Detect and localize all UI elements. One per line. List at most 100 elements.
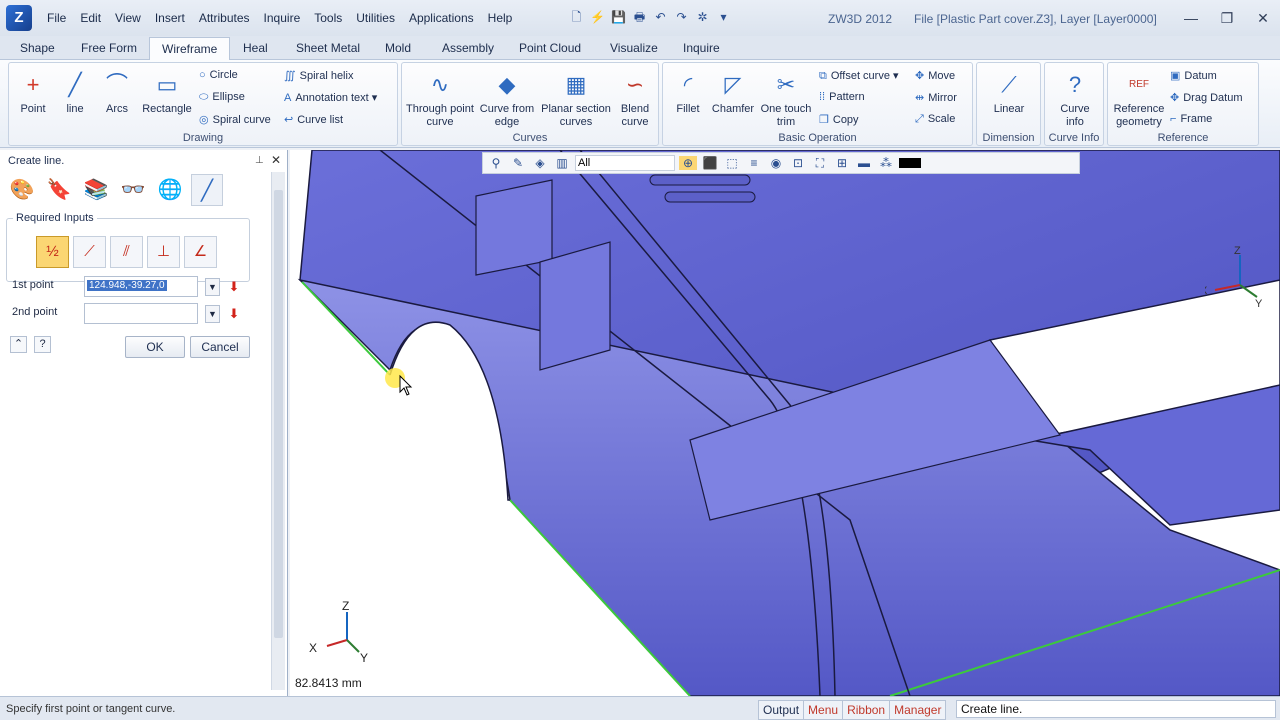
planar-section-button[interactable]: ▦ Planar section curves — [538, 71, 614, 129]
help-icon[interactable]: ? — [34, 336, 51, 353]
tab-visualize[interactable]: Visualize — [610, 41, 658, 55]
render-icon[interactable]: ◉ — [767, 156, 785, 170]
section-icon[interactable]: ⊞ — [833, 156, 851, 170]
perpendicular-mode-icon[interactable]: ⊥ — [147, 236, 180, 268]
fit-view-icon[interactable]: ⛶ — [811, 156, 829, 171]
selection-icon[interactable]: ⊕ — [679, 156, 697, 170]
menu-file[interactable]: File — [40, 10, 73, 26]
move-button[interactable]: ✥ Move — [915, 69, 955, 82]
tab-wireframe[interactable]: Wireframe — [149, 37, 231, 61]
through-point-curve-button[interactable]: ∿ Through point curve — [404, 71, 476, 129]
menu-attributes[interactable]: Attributes — [192, 10, 257, 26]
print-icon[interactable]: 🖶 — [631, 9, 648, 26]
pin-icon[interactable]: ⊥ — [255, 155, 264, 166]
cube-icon[interactable]: ◈ — [531, 156, 549, 170]
blend-curve-button[interactable]: ∽ Blend curve — [614, 71, 656, 129]
pattern-button[interactable]: ⁞⁞ Pattern — [819, 91, 865, 103]
open-file-icon[interactable]: ⚡ — [589, 9, 606, 26]
one-touch-trim-button[interactable]: ✂ One touch trim — [757, 71, 815, 129]
tab-free-form[interactable]: Free Form — [81, 41, 137, 55]
undo-icon[interactable]: ↶ — [652, 9, 669, 26]
two-point-mode-icon[interactable]: ½ — [36, 236, 69, 268]
eraser-icon[interactable]: ✎ — [509, 156, 527, 170]
filter-select[interactable]: All — [575, 155, 675, 171]
3d-viewport[interactable]: ⚲ ✎ ◈ ▥ All ⊕ ⬛ ⬚ ≡ ◉ ⊡ ⛶ ⊞ ▬ ⁂ Z X Y Z … — [290, 150, 1280, 696]
tab-assembly[interactable]: Assembly — [442, 41, 494, 55]
spiral-curve-button[interactable]: ◎ Spiral curve — [199, 113, 271, 126]
sphere-icon[interactable]: 🌐 — [154, 174, 186, 206]
copy-button[interactable]: ❐ Copy — [819, 113, 859, 126]
scrollbar-thumb[interactable] — [274, 190, 283, 638]
minimize-icon[interactable]: — — [1180, 8, 1202, 28]
save-icon[interactable]: 💾 — [610, 9, 627, 26]
second-point-field[interactable] — [84, 303, 198, 324]
collapse-icon[interactable]: ⌃ — [10, 336, 27, 353]
drag-datum-button[interactable]: ✥ Drag Datum — [1170, 91, 1243, 104]
redo-icon[interactable]: ↷ — [673, 9, 690, 26]
tab-menu[interactable]: Menu — [803, 700, 844, 720]
display-icon[interactable]: ▬ — [855, 156, 873, 170]
menu-tools[interactable]: Tools — [307, 10, 349, 26]
ok-button[interactable]: OK — [125, 336, 185, 358]
line-button[interactable]: ╱ line — [57, 71, 93, 116]
tab-shape[interactable]: Shape — [20, 41, 55, 55]
menu-help[interactable]: Help — [481, 10, 520, 26]
chevron-down-icon[interactable]: ▾ — [715, 9, 732, 26]
curve-info-button[interactable]: ? Curve info — [1051, 71, 1099, 129]
tab-manager[interactable]: Manager — [889, 700, 947, 720]
menu-applications[interactable]: Applications — [402, 10, 481, 26]
tab-ribbon[interactable]: Ribbon — [842, 700, 891, 720]
stamp-icon[interactable]: 🔖 — [43, 174, 75, 206]
linear-dimension-button[interactable]: ⟋ Linear — [983, 71, 1035, 116]
menu-insert[interactable]: Insert — [148, 10, 192, 26]
tab-point-cloud[interactable]: Point Cloud — [519, 41, 581, 55]
restore-icon[interactable]: ❐ — [1216, 8, 1238, 28]
first-point-field[interactable]: 124.948,-39.27,0 — [84, 276, 198, 297]
bar-chart-icon[interactable]: ▥ — [553, 156, 571, 170]
mirror-button[interactable]: ⇹ Mirror — [915, 91, 957, 104]
annotation-text-button[interactable]: A Annotation text ▾ — [284, 91, 377, 104]
app-logo-icon[interactable]: Z — [6, 5, 32, 31]
close-icon[interactable]: ✕ — [1252, 8, 1274, 28]
angle-mode-icon[interactable]: ∠ — [184, 236, 217, 268]
offset-curve-button[interactable]: ⧉ Offset curve ▾ — [819, 69, 899, 83]
fillet-button[interactable]: ◜ Fillet — [667, 71, 709, 116]
circle-button[interactable]: ○ Circle — [199, 69, 238, 81]
parallel-mode-icon[interactable]: ⫽ — [110, 236, 143, 268]
close-icon[interactable]: ✕ — [271, 153, 281, 167]
chamfer-button[interactable]: ◸ Chamfer — [711, 71, 755, 116]
light-icon[interactable]: ⁂ — [877, 156, 895, 170]
line-tool-icon[interactable]: ╱ — [191, 174, 223, 206]
tab-output[interactable]: Output — [758, 700, 805, 720]
arcs-button[interactable]: ⌒ Arcs — [97, 71, 137, 116]
wireframe-cube-icon[interactable]: ⬚ — [723, 156, 741, 170]
tab-heal[interactable]: Heal — [243, 41, 268, 55]
chevron-down-icon[interactable]: ▼ — [205, 278, 220, 296]
spiral-helix-button[interactable]: ∭ Spiral helix — [284, 69, 353, 82]
tab-inquire[interactable]: Inquire — [683, 41, 720, 55]
cancel-button[interactable]: Cancel — [190, 336, 250, 358]
ellipse-button[interactable]: ⬭ Ellipse — [199, 91, 245, 104]
scale-button[interactable]: ⤢ Scale — [915, 113, 955, 126]
tab-sheet-metal[interactable]: Sheet Metal — [296, 41, 360, 55]
pick-filter-icon[interactable]: ⚲ — [487, 156, 505, 170]
datum-button[interactable]: ▣ Datum — [1170, 69, 1217, 82]
color-swatch[interactable] — [899, 158, 921, 168]
frame-button[interactable]: ⌐ Frame — [1170, 113, 1212, 125]
menu-view[interactable]: View — [108, 10, 148, 26]
menu-utilities[interactable]: Utilities — [349, 10, 402, 26]
menu-inquire[interactable]: Inquire — [257, 10, 308, 26]
tab-mold[interactable]: Mold — [385, 41, 411, 55]
menu-edit[interactable]: Edit — [73, 10, 108, 26]
settings-icon[interactable]: ✲ — [694, 9, 711, 26]
glasses-icon[interactable]: 👓 — [117, 174, 149, 206]
layers-icon[interactable]: 📚 — [80, 174, 112, 206]
arrow-down-icon[interactable]: ⬇ — [226, 278, 242, 296]
view-cube-icon[interactable]: ⬛ — [701, 156, 719, 170]
tangent-mode-icon[interactable]: ⟋ — [73, 236, 106, 268]
rectangle-button[interactable]: ▭ Rectangle — [139, 71, 195, 116]
curve-from-edge-button[interactable]: ◆ Curve from edge — [476, 71, 538, 129]
point-button[interactable]: + Point — [13, 71, 53, 116]
zoom-icon[interactable]: ⊡ — [789, 156, 807, 170]
new-file-icon[interactable]: 🗋 — [568, 9, 585, 26]
